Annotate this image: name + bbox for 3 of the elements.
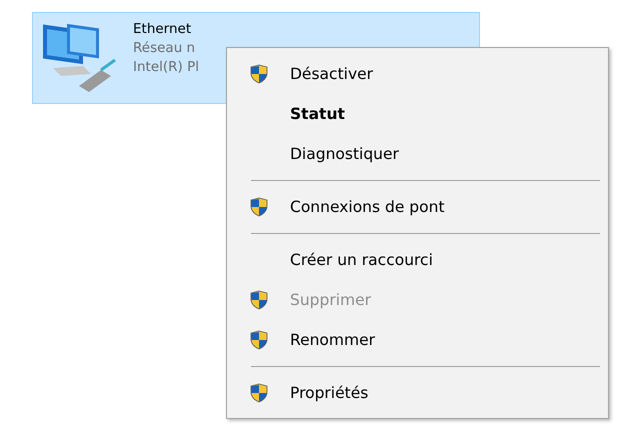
adapter-device: Intel(R) Pl: [133, 58, 199, 77]
adapter-status: Réseau n: [133, 39, 196, 58]
adapter-name: Ethernet: [133, 20, 192, 39]
